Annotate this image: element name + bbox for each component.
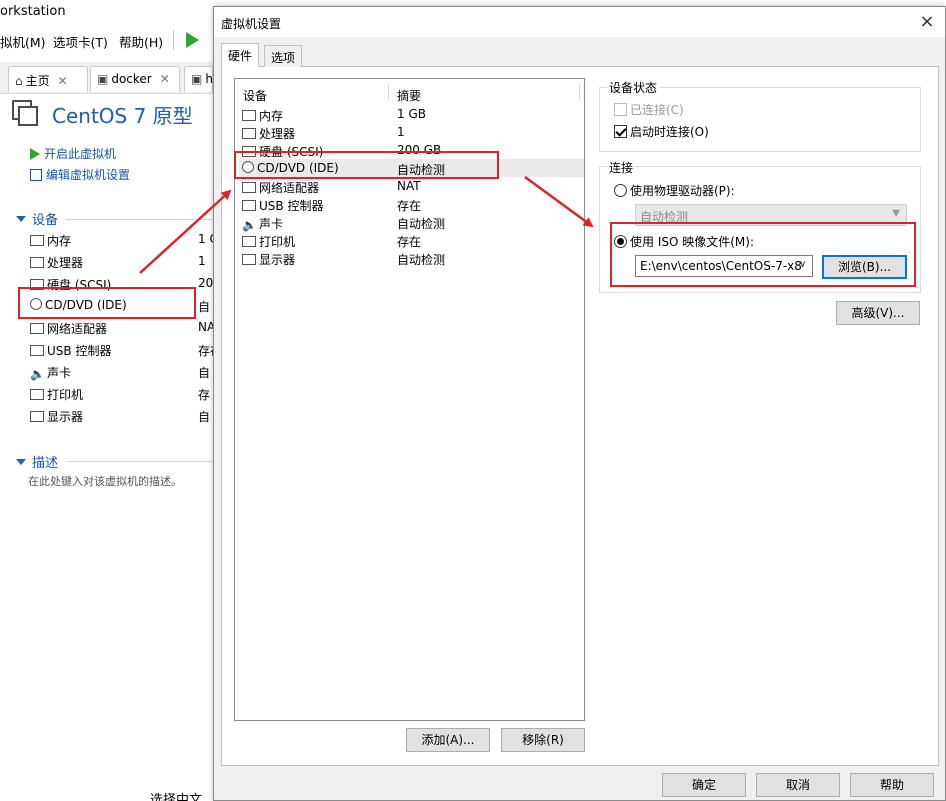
tab-options[interactable]: 选项: [264, 45, 303, 67]
bg-device-monitor[interactable]: 显示器: [30, 408, 83, 425]
description-section-header[interactable]: 描述: [16, 452, 58, 471]
app-title: orkstation: [0, 4, 66, 19]
close-icon[interactable]: ×: [916, 11, 938, 33]
bg-device-value: 自: [198, 366, 211, 380]
edit-settings-link[interactable]: 编辑虚拟机设置: [30, 166, 130, 183]
device-row-network[interactable]: 网络适配器 NAT: [239, 177, 584, 195]
bg-device-cpu[interactable]: 处理器: [30, 254, 83, 271]
cpu-icon: [30, 257, 44, 268]
menu-tabs[interactable]: 选项卡(T): [53, 32, 108, 51]
menu-help[interactable]: 帮助(H): [119, 32, 163, 51]
connect-on-start-checkbox[interactable]: 启动时连接(O): [614, 123, 709, 140]
cancel-button[interactable]: 取消: [756, 773, 840, 797]
remove-button[interactable]: 移除(R): [501, 728, 585, 752]
vm-settings-dialog: 虚拟机设置 × 硬件 选项 设备 摘要 内存 1 GB 处理器 1 硬盘 (SC…: [213, 6, 946, 801]
vm-icon: ▣: [97, 72, 109, 86]
bg-device-sound[interactable]: 🔈 声卡: [30, 364, 71, 381]
bg-device-printer[interactable]: 打印机: [30, 386, 83, 403]
column-header-summary[interactable]: 摘要: [397, 87, 421, 104]
bottom-text: 选择中文: [150, 793, 203, 801]
column-separator[interactable]: [579, 83, 580, 101]
network-icon: [30, 323, 44, 334]
power-on-link[interactable]: 开启此虚拟机: [30, 145, 116, 162]
speaker-icon: 🔈: [242, 218, 257, 232]
play-icon[interactable]: [186, 32, 199, 48]
collapse-icon: [16, 459, 26, 465]
connected-checkbox[interactable]: 已连接(C): [614, 101, 684, 118]
speaker-icon: 🔈: [30, 367, 45, 381]
printer-icon: [242, 236, 256, 247]
device-row-memory[interactable]: 内存 1 GB: [239, 105, 584, 123]
device-status-group: [599, 87, 921, 152]
play-icon: [30, 148, 40, 160]
bg-device-value: 自: [198, 300, 211, 314]
device-row-usb[interactable]: USB 控制器 存在: [239, 195, 584, 213]
advanced-button[interactable]: 高级(V)...: [836, 301, 920, 325]
printer-icon: [30, 389, 44, 400]
column-header-device[interactable]: 设备: [243, 87, 267, 104]
close-icon[interactable]: ✕: [160, 72, 170, 86]
device-row-cpu[interactable]: 处理器 1: [239, 123, 584, 141]
description-text[interactable]: 在此处键入对该虚拟机的描述。: [28, 473, 182, 489]
column-separator[interactable]: [388, 83, 389, 101]
bg-device-memory[interactable]: 内存: [30, 232, 71, 249]
close-icon[interactable]: ✕: [58, 74, 68, 88]
edit-icon: [30, 169, 42, 181]
divider: [66, 219, 213, 220]
home-icon: ⌂: [15, 74, 23, 88]
menu-vm[interactable]: 拟机(M): [0, 32, 46, 51]
highlight-box: [234, 151, 499, 179]
tab-hardware[interactable]: 硬件: [221, 43, 260, 67]
memory-icon: [30, 235, 44, 246]
tab-home[interactable]: ⌂ 主页 ✕: [8, 66, 88, 92]
use-physical-drive-radio[interactable]: 使用物理驱动器(P):: [614, 182, 735, 199]
ok-button[interactable]: 确定: [662, 773, 746, 797]
collapse-icon: [16, 216, 26, 222]
highlight-box: [18, 287, 196, 319]
checkbox-icon: [614, 103, 627, 116]
chevron-down-icon: ▼: [892, 208, 900, 219]
toolbar-separator: [173, 30, 174, 50]
device-status-label: 设备状态: [607, 79, 660, 96]
memory-icon: [242, 110, 256, 121]
dialog-title: 虚拟机设置: [221, 17, 282, 31]
monitor-icon: [242, 254, 256, 265]
dialog-title-bar: [214, 7, 945, 37]
vm-icon: ▣: [191, 72, 203, 86]
monitor-icon: [30, 411, 44, 422]
connection-label: 连接: [607, 159, 636, 176]
tab-docker[interactable]: ▣ docker ✕: [90, 66, 180, 92]
vm-icon: [12, 100, 38, 126]
tab-h[interactable]: ▣ h: [184, 66, 213, 92]
vm-title: CentOS 7 原型: [52, 104, 193, 128]
help-button[interactable]: 帮助: [850, 773, 934, 797]
radio-icon: [614, 184, 627, 197]
bg-device-value: 自: [198, 410, 211, 424]
devices-section-header[interactable]: 设备: [16, 209, 58, 228]
divider: [66, 461, 213, 462]
bg-device-value: 1: [198, 254, 206, 268]
device-row-monitor[interactable]: 显示器 自动检测: [239, 249, 584, 267]
bg-device-network[interactable]: 网络适配器: [30, 320, 107, 337]
bg-device-usb[interactable]: USB 控制器: [30, 342, 111, 359]
usb-icon: [30, 345, 44, 356]
device-row-sound[interactable]: 🔈 声卡 自动检测: [239, 213, 584, 232]
highlight-box: [610, 222, 916, 287]
network-icon: [242, 182, 256, 193]
checkbox-icon: [614, 125, 627, 138]
usb-icon: [242, 200, 256, 211]
bg-device-value: 存: [198, 388, 211, 402]
bg-device-value: 20: [198, 276, 214, 290]
device-row-printer[interactable]: 打印机 存在: [239, 231, 584, 249]
cpu-icon: [242, 128, 256, 139]
add-button[interactable]: 添加(A)...: [406, 728, 490, 752]
